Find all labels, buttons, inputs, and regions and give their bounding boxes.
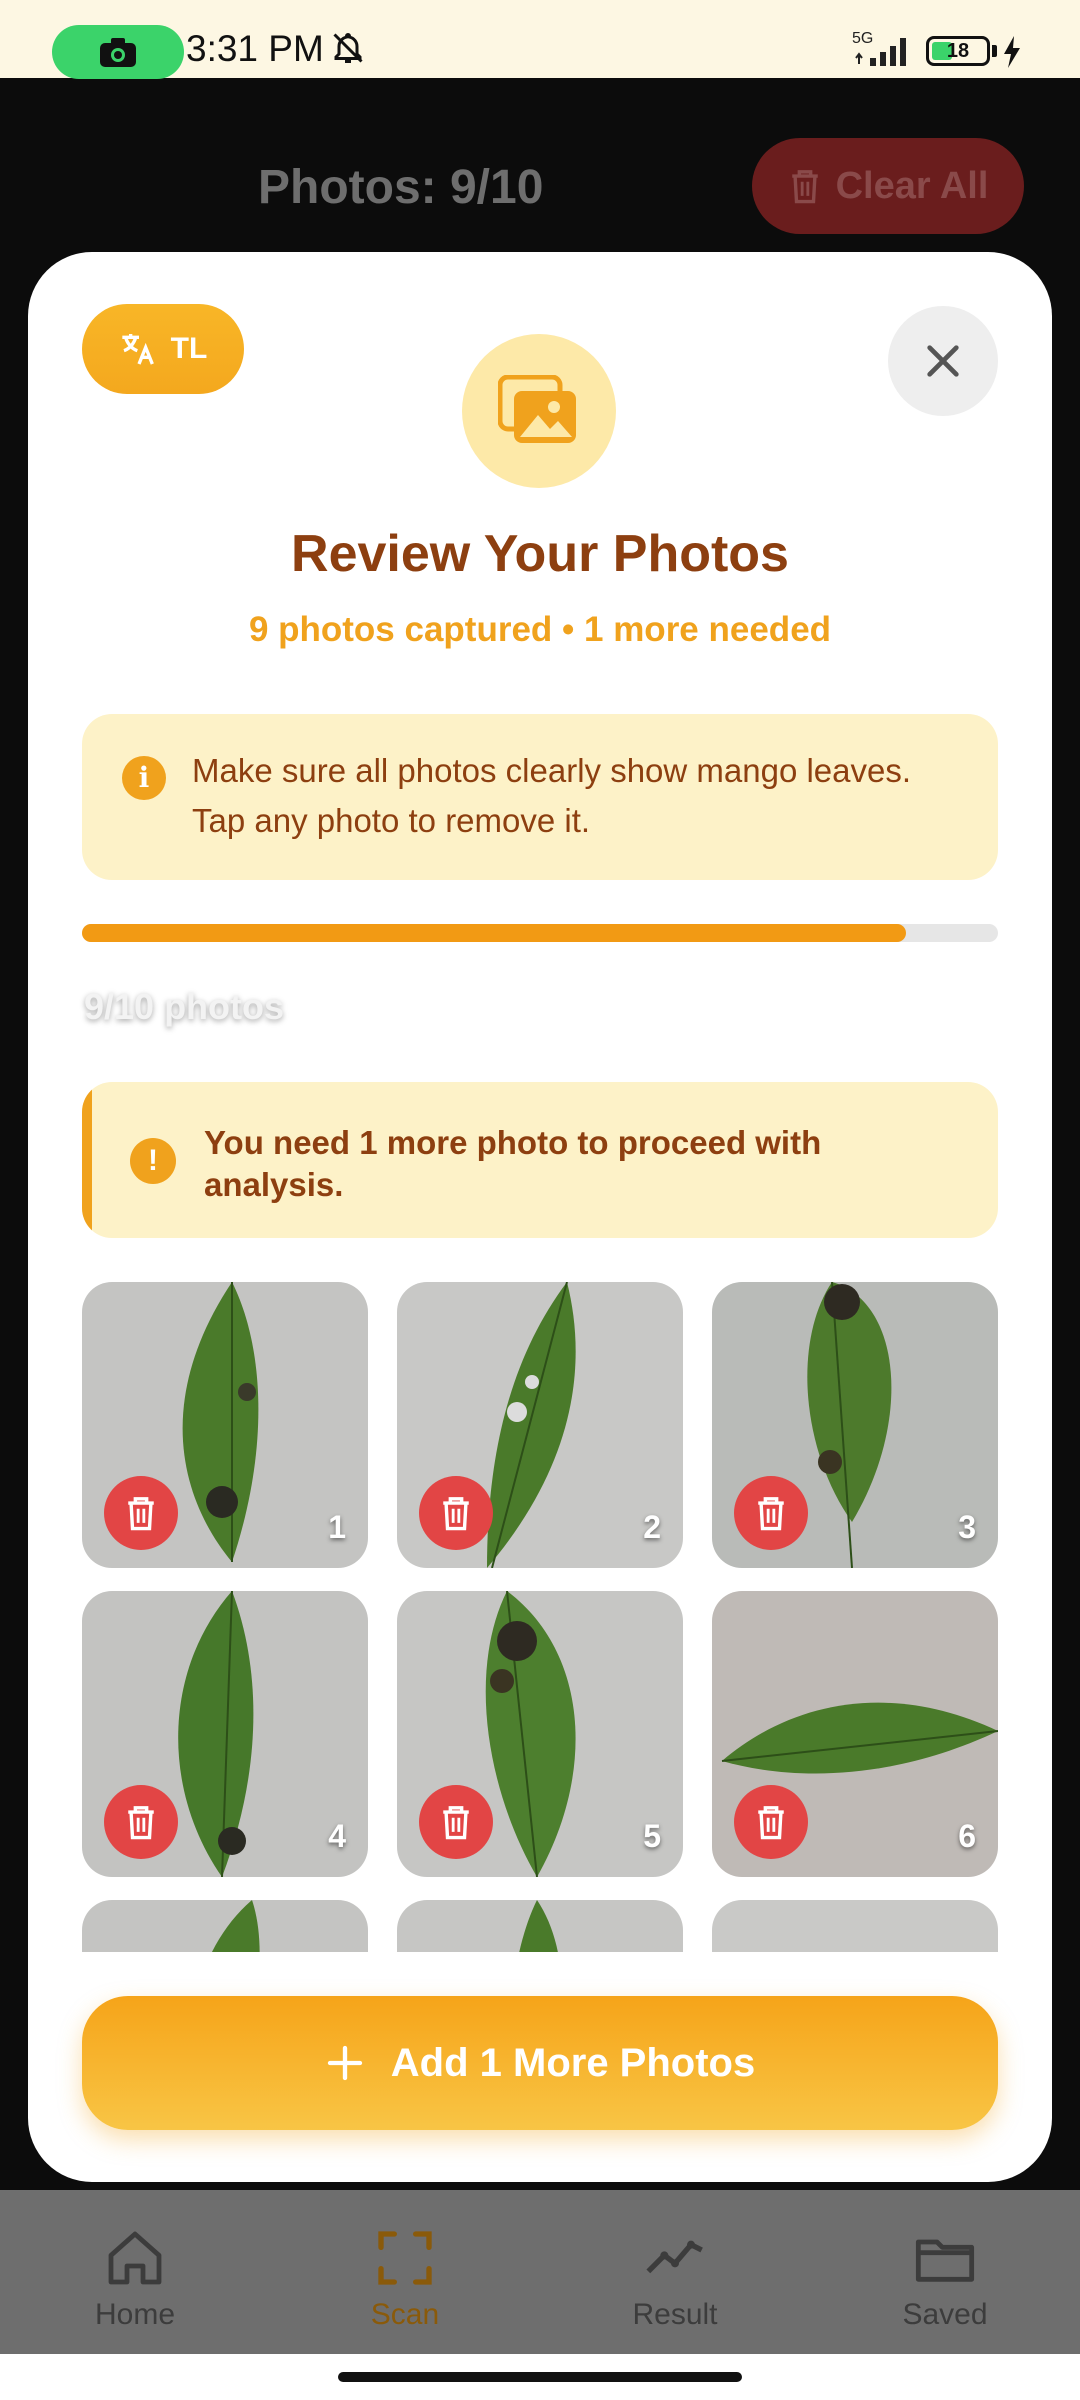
trash-icon xyxy=(758,1806,784,1840)
warning-accent-bar xyxy=(82,1082,92,1238)
screen-record-indicator[interactable] xyxy=(52,25,184,79)
translate-icon xyxy=(122,334,154,365)
delete-photo-button[interactable] xyxy=(734,1476,808,1550)
photo-number: 5 xyxy=(643,1818,661,1854)
trash-icon xyxy=(128,1806,154,1840)
photo-thumbnail[interactable]: 6 xyxy=(712,1591,998,1877)
status-time: 3:31 PM xyxy=(186,28,324,69)
clear-all-label: Clear All xyxy=(835,164,989,207)
leaf-photo xyxy=(212,1900,260,1952)
charging-icon xyxy=(1004,36,1020,68)
trash-icon xyxy=(443,1806,469,1840)
nav-label: Result xyxy=(632,2298,718,2331)
trash-icon xyxy=(791,170,818,204)
modal-subtitle: 9 photos captured • 1 more needed xyxy=(248,610,832,649)
battery-icon: 18 xyxy=(926,36,990,66)
trash-icon xyxy=(128,1497,154,1531)
photo-thumbnail[interactable]: 3 xyxy=(712,1282,998,1568)
photo-number: 1 xyxy=(328,1509,346,1545)
photo-thumbnail[interactable]: 4 xyxy=(82,1591,368,1877)
nav-item-scan[interactable]: Scan xyxy=(270,2190,540,2354)
photo-thumbnail[interactable] xyxy=(712,1900,998,1952)
progress-fill xyxy=(82,924,907,942)
delete-photo-button[interactable] xyxy=(104,1785,178,1859)
plus-icon xyxy=(327,2045,362,2081)
images-icon xyxy=(498,375,576,443)
modal-title: Review Your Photos xyxy=(291,525,789,583)
delete-photo-button[interactable] xyxy=(734,1785,808,1859)
photo-number: 4 xyxy=(328,1818,346,1854)
add-more-photos-button[interactable]: Add 1 More Photos xyxy=(82,1996,998,2130)
signal-icon xyxy=(855,38,906,66)
photo-grid: 1 2 3 4 5 6 xyxy=(82,1282,998,1952)
nav-label: Home xyxy=(94,2298,176,2331)
nav-item-saved[interactable]: Saved xyxy=(810,2190,1080,2354)
battery-tip xyxy=(992,45,997,57)
delete-photo-button[interactable] xyxy=(419,1785,493,1859)
nav-label: Scan xyxy=(370,2298,440,2331)
review-photos-modal: TL Review Your Photos 9 photos captured … xyxy=(28,252,1052,2182)
camera-icon xyxy=(100,38,136,67)
background-title: Photos: 9/10 xyxy=(258,161,544,214)
photo-thumbnail[interactable] xyxy=(397,1900,683,1952)
bottom-nav: Home Scan Result Saved xyxy=(0,2190,1080,2354)
home-icon xyxy=(108,2231,162,2285)
add-more-photos-label: Add 1 More Photos xyxy=(390,2040,756,2085)
photo-thumbnail[interactable] xyxy=(82,1900,368,1952)
close-icon xyxy=(927,345,959,377)
info-box: i Make sure all photos clearly show mang… xyxy=(82,714,998,880)
info-icon: i xyxy=(122,756,166,800)
nav-item-home[interactable]: Home xyxy=(0,2190,270,2354)
language-toggle-button[interactable]: TL xyxy=(82,304,244,394)
trash-icon xyxy=(443,1497,469,1531)
close-button[interactable] xyxy=(888,306,998,416)
warning-box: ! You need 1 more photo to proceed with … xyxy=(82,1082,998,1238)
trash-icon xyxy=(758,1497,784,1531)
photo-number: 3 xyxy=(958,1509,976,1545)
clear-all-button: Clear All xyxy=(752,138,1024,234)
warning-text: You need 1 more photo to proceed with an… xyxy=(204,1124,822,1203)
result-icon xyxy=(646,2240,703,2274)
nav-label: Saved xyxy=(902,2298,988,2331)
progress-label: 9/10 photos xyxy=(84,986,285,1027)
exclamation-icon: ! xyxy=(130,1138,176,1184)
home-indicator[interactable] xyxy=(338,2372,742,2382)
leaf-photo xyxy=(519,1900,558,1952)
bell-off-icon xyxy=(333,33,363,63)
delete-photo-button[interactable] xyxy=(104,1476,178,1550)
info-text: Make sure all photos clearly show mango … xyxy=(192,752,912,839)
photo-thumbnail[interactable]: 2 xyxy=(397,1282,683,1568)
delete-photo-button[interactable] xyxy=(419,1476,493,1550)
language-label: TL xyxy=(170,332,208,365)
photos-hero-badge xyxy=(462,334,616,488)
photo-thumbnail[interactable]: 5 xyxy=(397,1591,683,1877)
nav-item-result[interactable]: Result xyxy=(540,2190,810,2354)
photo-number: 2 xyxy=(643,1509,661,1545)
photo-thumbnail[interactable]: 1 xyxy=(82,1282,368,1568)
status-bar: 3:31 PM 5G 18 xyxy=(0,0,1080,79)
photo-number: 6 xyxy=(958,1818,976,1854)
folder-icon xyxy=(915,2239,975,2282)
progress-bar xyxy=(82,924,998,942)
scan-icon xyxy=(378,2231,432,2285)
battery-level: 18 xyxy=(946,40,970,62)
